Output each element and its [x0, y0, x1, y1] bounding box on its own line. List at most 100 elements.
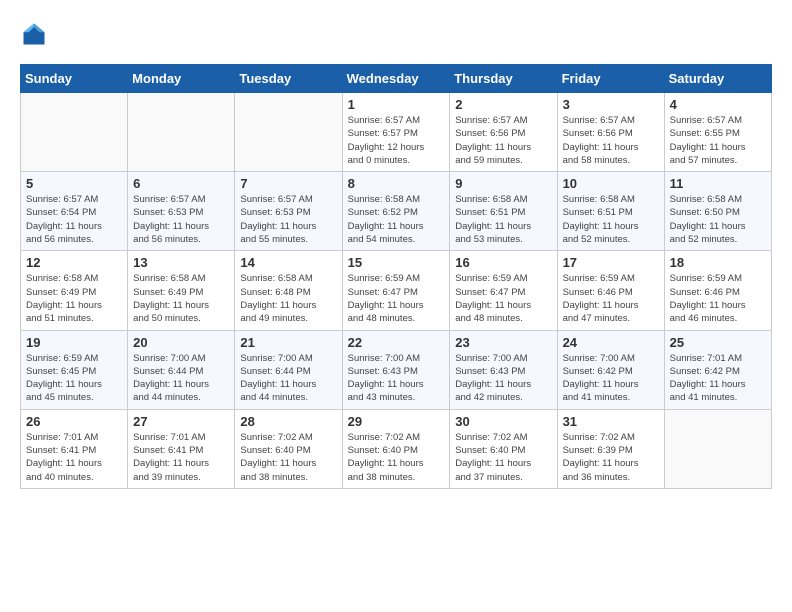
- day-info: Sunrise: 6:58 AM Sunset: 6:48 PM Dayligh…: [240, 272, 336, 325]
- calendar-cell: 26 Sunrise: 7:01 AM Sunset: 6:41 PM Dayli…: [21, 409, 128, 488]
- day-info: Sunrise: 6:59 AM Sunset: 6:46 PM Dayligh…: [563, 272, 659, 325]
- day-info: Sunrise: 6:57 AM Sunset: 6:55 PM Dayligh…: [670, 114, 766, 167]
- calendar-cell: [21, 93, 128, 172]
- day-number: 7: [240, 176, 336, 191]
- day-number: 9: [455, 176, 551, 191]
- day-number: 2: [455, 97, 551, 112]
- day-number: 1: [348, 97, 445, 112]
- day-number: 15: [348, 255, 445, 270]
- weekday-header: Tuesday: [235, 65, 342, 93]
- weekday-header: Sunday: [21, 65, 128, 93]
- day-number: 16: [455, 255, 551, 270]
- day-info: Sunrise: 7:02 AM Sunset: 6:40 PM Dayligh…: [348, 431, 445, 484]
- day-info: Sunrise: 7:02 AM Sunset: 6:40 PM Dayligh…: [240, 431, 336, 484]
- calendar-week-row: 26 Sunrise: 7:01 AM Sunset: 6:41 PM Dayli…: [21, 409, 772, 488]
- day-info: Sunrise: 6:58 AM Sunset: 6:49 PM Dayligh…: [133, 272, 229, 325]
- calendar-cell: 31Sunrise: 7:02 AM Sunset: 6:39 PM Dayli…: [557, 409, 664, 488]
- day-number: 8: [348, 176, 445, 191]
- calendar-cell: 18 Sunrise: 6:59 AM Sunset: 6:46 PM Dayli…: [664, 251, 771, 330]
- weekday-header: Wednesday: [342, 65, 450, 93]
- logo: [20, 20, 52, 48]
- day-number: 28: [240, 414, 336, 429]
- calendar-cell: 10 Sunrise: 6:58 AM Sunset: 6:51 PM Dayli…: [557, 172, 664, 251]
- calendar-week-row: 1Sunrise: 6:57 AM Sunset: 6:57 PM Daylig…: [21, 93, 772, 172]
- calendar-cell: 2Sunrise: 6:57 AM Sunset: 6:56 PM Daylig…: [450, 93, 557, 172]
- day-info: Sunrise: 7:00 AM Sunset: 6:44 PM Dayligh…: [240, 352, 336, 405]
- day-info: Sunrise: 6:59 AM Sunset: 6:47 PM Dayligh…: [455, 272, 551, 325]
- calendar-cell: 4Sunrise: 6:57 AM Sunset: 6:55 PM Daylig…: [664, 93, 771, 172]
- day-number: 24: [563, 335, 659, 350]
- day-info: Sunrise: 6:58 AM Sunset: 6:49 PM Dayligh…: [26, 272, 122, 325]
- calendar-cell: 5 Sunrise: 6:57 AM Sunset: 6:54 PM Daylig…: [21, 172, 128, 251]
- day-info: Sunrise: 6:59 AM Sunset: 6:46 PM Dayligh…: [670, 272, 766, 325]
- weekday-header: Friday: [557, 65, 664, 93]
- logo-icon: [20, 20, 48, 48]
- day-info: Sunrise: 7:00 AM Sunset: 6:42 PM Dayligh…: [563, 352, 659, 405]
- calendar-cell: 19 Sunrise: 6:59 AM Sunset: 6:45 PM Dayli…: [21, 330, 128, 409]
- calendar-cell: 17 Sunrise: 6:59 AM Sunset: 6:46 PM Dayli…: [557, 251, 664, 330]
- day-number: 21: [240, 335, 336, 350]
- calendar-cell: 30 Sunrise: 7:02 AM Sunset: 6:40 PM Dayli…: [450, 409, 557, 488]
- calendar-cell: 27 Sunrise: 7:01 AM Sunset: 6:41 PM Dayli…: [128, 409, 235, 488]
- day-number: 22: [348, 335, 445, 350]
- weekday-header: Monday: [128, 65, 235, 93]
- day-number: 27: [133, 414, 229, 429]
- day-number: 6: [133, 176, 229, 191]
- day-info: Sunrise: 6:58 AM Sunset: 6:52 PM Dayligh…: [348, 193, 445, 246]
- calendar-cell: 21 Sunrise: 7:00 AM Sunset: 6:44 PM Dayli…: [235, 330, 342, 409]
- weekday-header: Saturday: [664, 65, 771, 93]
- day-number: 14: [240, 255, 336, 270]
- calendar-cell: 28 Sunrise: 7:02 AM Sunset: 6:40 PM Dayli…: [235, 409, 342, 488]
- day-info: Sunrise: 6:58 AM Sunset: 6:51 PM Dayligh…: [455, 193, 551, 246]
- day-info: Sunrise: 6:57 AM Sunset: 6:53 PM Dayligh…: [240, 193, 336, 246]
- calendar-week-row: 5 Sunrise: 6:57 AM Sunset: 6:54 PM Daylig…: [21, 172, 772, 251]
- calendar-header-row: SundayMondayTuesdayWednesdayThursdayFrid…: [21, 65, 772, 93]
- calendar-week-row: 12Sunrise: 6:58 AM Sunset: 6:49 PM Dayli…: [21, 251, 772, 330]
- calendar-cell: 22Sunrise: 7:00 AM Sunset: 6:43 PM Dayli…: [342, 330, 450, 409]
- calendar-cell: 13 Sunrise: 6:58 AM Sunset: 6:49 PM Dayli…: [128, 251, 235, 330]
- day-info: Sunrise: 7:01 AM Sunset: 6:41 PM Dayligh…: [26, 431, 122, 484]
- day-number: 19: [26, 335, 122, 350]
- calendar-cell: 12Sunrise: 6:58 AM Sunset: 6:49 PM Dayli…: [21, 251, 128, 330]
- calendar-cell: 11 Sunrise: 6:58 AM Sunset: 6:50 PM Dayli…: [664, 172, 771, 251]
- calendar-cell: [664, 409, 771, 488]
- day-number: 5: [26, 176, 122, 191]
- day-info: Sunrise: 6:58 AM Sunset: 6:50 PM Dayligh…: [670, 193, 766, 246]
- day-number: 29: [348, 414, 445, 429]
- calendar-cell: 20Sunrise: 7:00 AM Sunset: 6:44 PM Dayli…: [128, 330, 235, 409]
- day-info: Sunrise: 6:59 AM Sunset: 6:45 PM Dayligh…: [26, 352, 122, 405]
- day-number: 23: [455, 335, 551, 350]
- day-number: 3: [563, 97, 659, 112]
- day-info: Sunrise: 7:01 AM Sunset: 6:42 PM Dayligh…: [670, 352, 766, 405]
- day-number: 10: [563, 176, 659, 191]
- day-number: 26: [26, 414, 122, 429]
- calendar-cell: 8 Sunrise: 6:58 AM Sunset: 6:52 PM Daylig…: [342, 172, 450, 251]
- calendar-cell: 9 Sunrise: 6:58 AM Sunset: 6:51 PM Daylig…: [450, 172, 557, 251]
- day-info: Sunrise: 7:01 AM Sunset: 6:41 PM Dayligh…: [133, 431, 229, 484]
- day-number: 20: [133, 335, 229, 350]
- day-number: 30: [455, 414, 551, 429]
- page-header: [20, 20, 772, 48]
- calendar-cell: 16 Sunrise: 6:59 AM Sunset: 6:47 PM Dayli…: [450, 251, 557, 330]
- day-number: 31: [563, 414, 659, 429]
- calendar-cell: 3Sunrise: 6:57 AM Sunset: 6:56 PM Daylig…: [557, 93, 664, 172]
- day-number: 25: [670, 335, 766, 350]
- calendar-cell: [128, 93, 235, 172]
- calendar-table: SundayMondayTuesdayWednesdayThursdayFrid…: [20, 64, 772, 489]
- day-info: Sunrise: 6:58 AM Sunset: 6:51 PM Dayligh…: [563, 193, 659, 246]
- day-info: Sunrise: 6:57 AM Sunset: 6:54 PM Dayligh…: [26, 193, 122, 246]
- day-info: Sunrise: 7:02 AM Sunset: 6:40 PM Dayligh…: [455, 431, 551, 484]
- calendar-cell: 6 Sunrise: 6:57 AM Sunset: 6:53 PM Daylig…: [128, 172, 235, 251]
- calendar-cell: 29 Sunrise: 7:02 AM Sunset: 6:40 PM Dayli…: [342, 409, 450, 488]
- calendar-week-row: 19 Sunrise: 6:59 AM Sunset: 6:45 PM Dayli…: [21, 330, 772, 409]
- day-info: Sunrise: 6:59 AM Sunset: 6:47 PM Dayligh…: [348, 272, 445, 325]
- day-number: 13: [133, 255, 229, 270]
- weekday-header: Thursday: [450, 65, 557, 93]
- day-number: 17: [563, 255, 659, 270]
- calendar-cell: [235, 93, 342, 172]
- day-info: Sunrise: 6:57 AM Sunset: 6:53 PM Dayligh…: [133, 193, 229, 246]
- calendar-cell: 7 Sunrise: 6:57 AM Sunset: 6:53 PM Daylig…: [235, 172, 342, 251]
- calendar-cell: 25 Sunrise: 7:01 AM Sunset: 6:42 PM Dayli…: [664, 330, 771, 409]
- day-number: 18: [670, 255, 766, 270]
- day-number: 11: [670, 176, 766, 191]
